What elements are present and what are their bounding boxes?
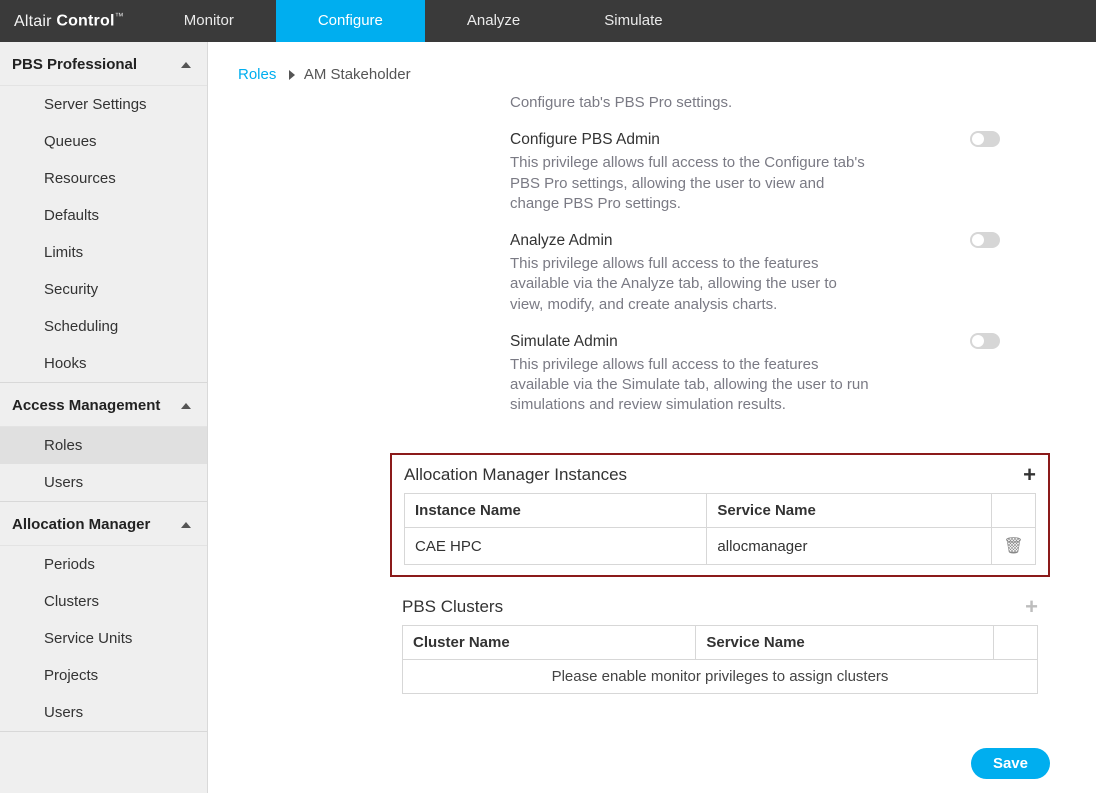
panel-title: PBS Clusters xyxy=(402,597,503,617)
sidebar-item-defaults[interactable]: Defaults xyxy=(0,197,207,234)
sidebar-item-periods[interactable]: Periods xyxy=(0,546,207,583)
tab-monitor[interactable]: Monitor xyxy=(142,0,276,42)
col-cluster-name: Cluster Name xyxy=(403,626,696,660)
priv-title: Configure PBS Admin xyxy=(510,131,960,149)
clusters-empty-msg: Please enable monitor privileges to assi… xyxy=(403,660,1038,694)
section-alloc-mgr-label: Allocation Manager xyxy=(12,516,150,533)
chevron-up-icon xyxy=(181,403,191,409)
col-instance-name: Instance Name xyxy=(405,494,707,528)
brand-light: Altair xyxy=(14,13,52,30)
priv-desc: This privilege allows full access to the… xyxy=(510,355,870,416)
breadcrumb-leaf: AM Stakeholder xyxy=(304,66,411,83)
cell-service[interactable]: allocmanager xyxy=(707,528,992,565)
privileges-scrollpane[interactable]: Configure tab's PBS Pro settings. Config… xyxy=(510,93,1020,443)
section-alloc-mgr[interactable]: Allocation Manager xyxy=(0,502,207,546)
brand-tm: ™ xyxy=(115,11,124,21)
priv-title: Analyze Admin xyxy=(510,232,960,250)
sidebar: PBS Professional Server Settings Queues … xyxy=(0,42,208,793)
priv-title: Simulate Admin xyxy=(510,333,960,351)
panel-pbs-clusters: PBS Clusters + Cluster Name Service Name… xyxy=(390,587,1050,704)
sidebar-item-resources[interactable]: Resources xyxy=(0,160,207,197)
tab-simulate[interactable]: Simulate xyxy=(562,0,704,42)
add-cluster-icon: + xyxy=(1025,598,1038,616)
priv-analyze-admin: Analyze Admin This privilege allows full… xyxy=(510,232,1020,315)
chevron-up-icon xyxy=(181,62,191,68)
col-actions xyxy=(994,626,1038,660)
priv-desc: This privilege allows full access to the… xyxy=(510,153,870,214)
col-actions xyxy=(992,494,1036,528)
chevron-up-icon xyxy=(181,522,191,528)
main-content: Roles AM Stakeholder Configure tab's PBS… xyxy=(208,42,1096,793)
table-row: Please enable monitor privileges to assi… xyxy=(403,660,1038,694)
sidebar-item-roles[interactable]: Roles xyxy=(0,427,207,464)
col-service-name-clst: Service Name xyxy=(696,626,994,660)
alloc-instances-table: Instance Name Service Name CAE HPC alloc… xyxy=(404,493,1036,565)
priv-simulate-admin: Simulate Admin This privilege allows ful… xyxy=(510,333,1020,416)
trash-icon[interactable]: 🗑 xyxy=(1003,538,1023,555)
priv-configure-pbs-admin: Configure PBS Admin This privilege allow… xyxy=(510,131,1020,214)
brand-logo: Altair Control™ xyxy=(0,11,142,30)
table-row: CAE HPC allocmanager 🗑 xyxy=(405,528,1036,565)
sidebar-item-service-units[interactable]: Service Units xyxy=(0,620,207,657)
panel-title: Allocation Manager Instances xyxy=(404,465,627,485)
chevron-right-icon xyxy=(289,70,295,80)
section-access-mgmt[interactable]: Access Management xyxy=(0,383,207,427)
tab-configure[interactable]: Configure xyxy=(276,0,425,42)
sidebar-item-clusters[interactable]: Clusters xyxy=(0,583,207,620)
priv-desc: This privilege allows full access to the… xyxy=(510,254,870,315)
sidebar-item-server-settings[interactable]: Server Settings xyxy=(0,86,207,123)
sidebar-item-users-alloc[interactable]: Users xyxy=(0,694,207,731)
sidebar-item-limits[interactable]: Limits xyxy=(0,234,207,271)
toggle-analyze-admin[interactable] xyxy=(970,232,1000,248)
pbs-clusters-table: Cluster Name Service Name Please enable … xyxy=(402,625,1038,694)
section-access-mgmt-label: Access Management xyxy=(12,397,160,414)
breadcrumb: Roles AM Stakeholder xyxy=(238,66,1050,83)
priv-intro-tail: Configure tab's PBS Pro settings. xyxy=(510,93,870,113)
col-service-name: Service Name xyxy=(707,494,992,528)
sidebar-item-users-am[interactable]: Users xyxy=(0,464,207,501)
sidebar-item-queues[interactable]: Queues xyxy=(0,123,207,160)
sidebar-item-projects[interactable]: Projects xyxy=(0,657,207,694)
sidebar-item-hooks[interactable]: Hooks xyxy=(0,345,207,382)
section-pbs-pro[interactable]: PBS Professional xyxy=(0,42,207,86)
toggle-configure-pbs-admin[interactable] xyxy=(970,131,1000,147)
brand-bold: Control xyxy=(56,13,114,30)
save-button[interactable]: Save xyxy=(971,748,1050,779)
sidebar-item-security[interactable]: Security xyxy=(0,271,207,308)
section-pbs-pro-label: PBS Professional xyxy=(12,56,137,73)
toggle-simulate-admin[interactable] xyxy=(970,333,1000,349)
cell-instance[interactable]: CAE HPC xyxy=(405,528,707,565)
add-instance-icon[interactable]: + xyxy=(1023,466,1036,484)
top-nav: Altair Control™ Monitor Configure Analyz… xyxy=(0,0,1096,42)
tab-analyze[interactable]: Analyze xyxy=(425,0,562,42)
sidebar-item-scheduling[interactable]: Scheduling xyxy=(0,308,207,345)
breadcrumb-root[interactable]: Roles xyxy=(238,66,276,83)
panel-alloc-instances: Allocation Manager Instances + Instance … xyxy=(390,453,1050,577)
